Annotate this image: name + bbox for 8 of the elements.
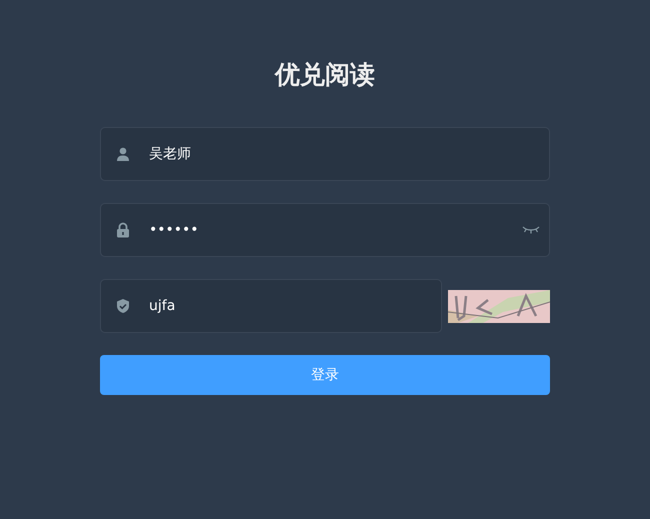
eye-closed-icon[interactable] [522,225,540,235]
captcha-field[interactable]: ujfa [100,279,442,333]
shield-check-icon [115,298,131,314]
login-title: 优兑阅读 [273,59,376,91]
username-field[interactable]: 吴老师 [100,127,550,181]
lock-icon [115,222,131,238]
user-icon [115,146,131,162]
password-field[interactable]: •••••• [100,203,550,257]
